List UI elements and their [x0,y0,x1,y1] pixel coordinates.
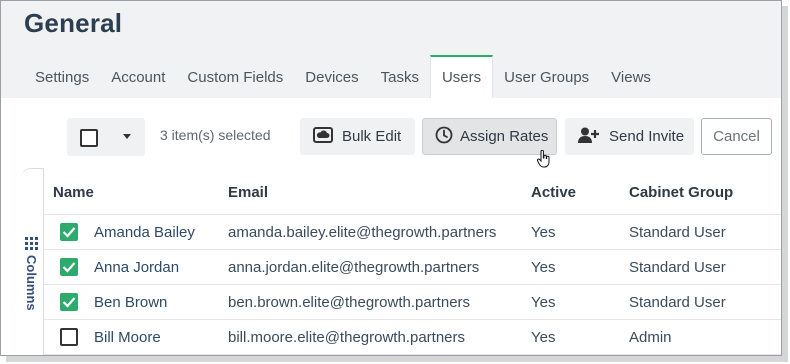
row-checkbox-unchecked[interactable] [60,328,78,346]
users-panel: 3 item(s) selected Bulk Edit Assign Rate… [1,98,781,355]
chevron-down-icon[interactable] [123,134,131,139]
user-plus-icon [578,127,600,147]
selection-count: 3 item(s) selected [160,127,271,143]
tab-users[interactable]: Users [429,55,494,99]
settings-window: General Settings Account Custom Fields D… [0,0,782,356]
tab-tasks[interactable]: Tasks [370,55,430,99]
tab-settings[interactable]: Settings [24,55,100,99]
tab-bar: Settings Account Custom Fields Devices T… [24,55,662,99]
send-invite-label: Send Invite [609,128,685,145]
header-active[interactable]: Active [531,184,576,201]
user-email: bill.moore.elite@thegrowth.partners [228,329,466,346]
table-row[interactable]: Bill Moore bill.moore.elite@thegrowth.pa… [44,320,781,355]
table-row[interactable]: Ben Brown ben.brown.elite@thegrowth.part… [44,285,781,320]
select-all-checkbox[interactable] [80,129,98,147]
users-table: Name Email Active Cabinet Group Amanda B… [44,170,781,355]
header-name[interactable]: Name [53,184,94,201]
user-cabinet-group: Admin [629,329,672,346]
tab-user-groups[interactable]: User Groups [493,55,600,99]
bulk-edit-label: Bulk Edit [342,128,402,145]
cancel-button[interactable]: Cancel [701,118,772,155]
user-name: Bill Moore [94,329,161,346]
user-email: ben.brown.elite@thegrowth.partners [228,294,471,311]
tab-account[interactable]: Account [100,55,176,99]
user-cabinet-group: Standard User [629,224,726,241]
tab-views[interactable]: Views [600,55,662,99]
row-checkbox-checked[interactable] [60,293,78,311]
tab-devices[interactable]: Devices [294,55,369,99]
user-active: Yes [531,294,556,311]
columns-label: Columns [24,255,39,311]
clock-icon [435,126,453,148]
table-header: Name Email Active Cabinet Group [44,170,781,215]
user-active: Yes [531,329,556,346]
table-row[interactable]: Anna Jordan anna.jordan.elite@thegrowth.… [44,250,781,285]
user-cabinet-group: Standard User [629,294,726,311]
assign-rates-label: Assign Rates [460,128,549,145]
user-email: amanda.bailey.elite@thegrowth.partners [228,224,497,241]
header-email[interactable]: Email [228,184,268,201]
row-checkbox-checked[interactable] [60,258,78,276]
user-email: anna.jordan.elite@thegrowth.partners [228,259,480,276]
user-cabinet-group: Standard User [629,259,726,276]
user-active: Yes [531,224,556,241]
user-name: Ben Brown [94,294,168,311]
table-row[interactable]: Amanda Bailey amanda.bailey.elite@thegro… [44,215,781,250]
user-active: Yes [531,259,556,276]
row-checkbox-checked[interactable] [60,223,78,241]
select-all-dropdown[interactable] [67,118,145,156]
hand-pointer-icon [537,149,551,173]
page-title: General [24,8,123,38]
header-cabinet-group[interactable]: Cabinet Group [629,184,733,201]
user-name: Amanda Bailey [94,224,195,241]
send-invite-button[interactable]: Send Invite [565,118,694,155]
cloud-icon [313,126,333,147]
bulk-edit-button[interactable]: Bulk Edit [300,118,415,155]
columns-panel-toggle[interactable]: Columns [21,168,44,355]
grid-icon [25,237,38,255]
user-name: Anna Jordan [94,259,180,276]
tab-custom-fields[interactable]: Custom Fields [176,55,294,99]
